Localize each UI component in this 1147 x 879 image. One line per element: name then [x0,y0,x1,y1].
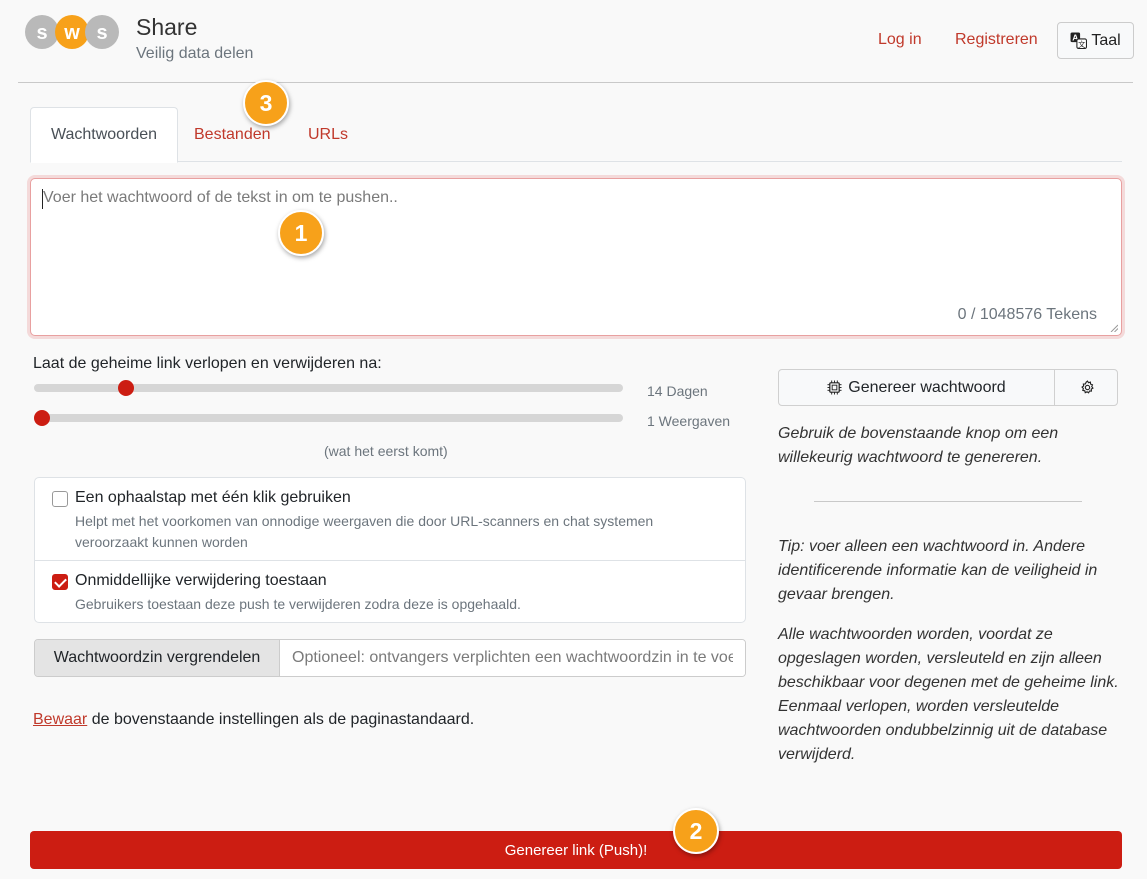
language-button[interactable]: A 文 Taal [1057,22,1134,59]
svg-text:文: 文 [1078,39,1086,49]
resize-grip-icon[interactable] [1110,324,1118,332]
chip-icon [827,380,842,395]
days-slider-thumb[interactable] [118,380,134,396]
retrieval-step-help: Helpt met het voorkomen van onnodige wee… [75,513,654,550]
svg-text:s: s [96,22,107,44]
deletable-by-viewer-label[interactable]: Onmiddellijke verwijdering toestaan [75,572,327,590]
tab-urls[interactable]: URLs [308,107,348,162]
expiration-label: Laat de geheime link verlopen en verwijd… [33,355,382,372]
svg-text:s: s [36,22,47,44]
generate-password-label: Genereer wachtwoord [848,378,1006,396]
character-counter: 0 / 1048576 Tekens [957,306,1097,323]
list-item[interactable]: Onmiddellijke verwijdering toestaan Gebr… [35,561,745,623]
days-value: 14 Dagen [647,383,708,399]
generator-settings-button[interactable] [1056,370,1118,405]
login-link[interactable]: Log in [878,31,922,49]
payload-placeholder: Voer het wachtwoord of de tekst in om te… [43,189,398,206]
list-item[interactable]: Een ophaalstap met één klik gebruiken He… [35,478,745,561]
register-link[interactable]: Registreren [955,31,1038,49]
translate-icon: A 文 [1070,33,1088,49]
deletable-by-viewer-help: Gebruikers toestaan deze push te verwijd… [75,596,521,612]
sws-logo[interactable]: s w s [24,12,120,52]
gear-icon [1080,380,1094,394]
deletable-by-viewer-checkbox[interactable] [52,574,68,590]
generator-help-text: Gebruik de bovenstaande knop om een will… [778,425,1059,466]
save-defaults-text: Bewaar de bovenstaande instellingen als … [33,711,474,729]
options-list: Een ophaalstap met één klik gebruiken He… [34,477,746,623]
tip-text: Tip: voer alleen een wachtwoord in. Ande… [778,538,1098,603]
push-type-tabs: Wachtwoorden Bestanden URLs [30,107,1122,163]
save-defaults-rest: de bovenstaande instellingen als de pagi… [87,711,475,728]
password-generator-group: Genereer wachtwoord [778,369,1118,406]
save-defaults-link[interactable]: Bewaar [33,711,87,728]
page-header: s w s Share Veilig data delen Log in Reg… [0,0,1147,82]
security-help-text: Alle wachtwoorden worden, voordat ze opg… [778,626,1119,763]
svg-text:w: w [63,22,80,44]
language-label: Taal [1091,31,1121,49]
retrieval-step-checkbox[interactable] [52,491,68,507]
passphrase-input[interactable] [280,640,745,676]
views-value: 1 Weergaven [647,413,731,429]
whichever-first-note: (wat het eerst komt) [324,443,448,459]
passphrase-group: Wachtwoordzin vergrendelen [34,639,746,677]
views-slider[interactable] [34,410,623,426]
push-button[interactable]: Genereer link (Push)! [30,831,1122,869]
header-divider [18,82,1133,83]
step-badge-2: 2 [673,808,719,854]
retrieval-step-label[interactable]: Een ophaalstap met één klik gebruiken [75,489,351,507]
payload-textarea[interactable]: Voer het wachtwoord of de tekst in om te… [30,178,1122,336]
step-badge-1: 1 [278,210,324,256]
views-slider-thumb[interactable] [34,410,50,426]
passphrase-label: Wachtwoordzin vergrendelen [35,640,280,676]
tab-passwords[interactable]: Wachtwoorden [30,107,178,163]
days-slider[interactable] [34,380,623,396]
brand-title[interactable]: Share [136,14,197,41]
brand-subtitle: Veilig data delen [136,45,254,62]
generate-password-button[interactable]: Genereer wachtwoord [779,370,1055,405]
step-badge-3: 3 [243,80,289,126]
help-divider [814,501,1082,502]
